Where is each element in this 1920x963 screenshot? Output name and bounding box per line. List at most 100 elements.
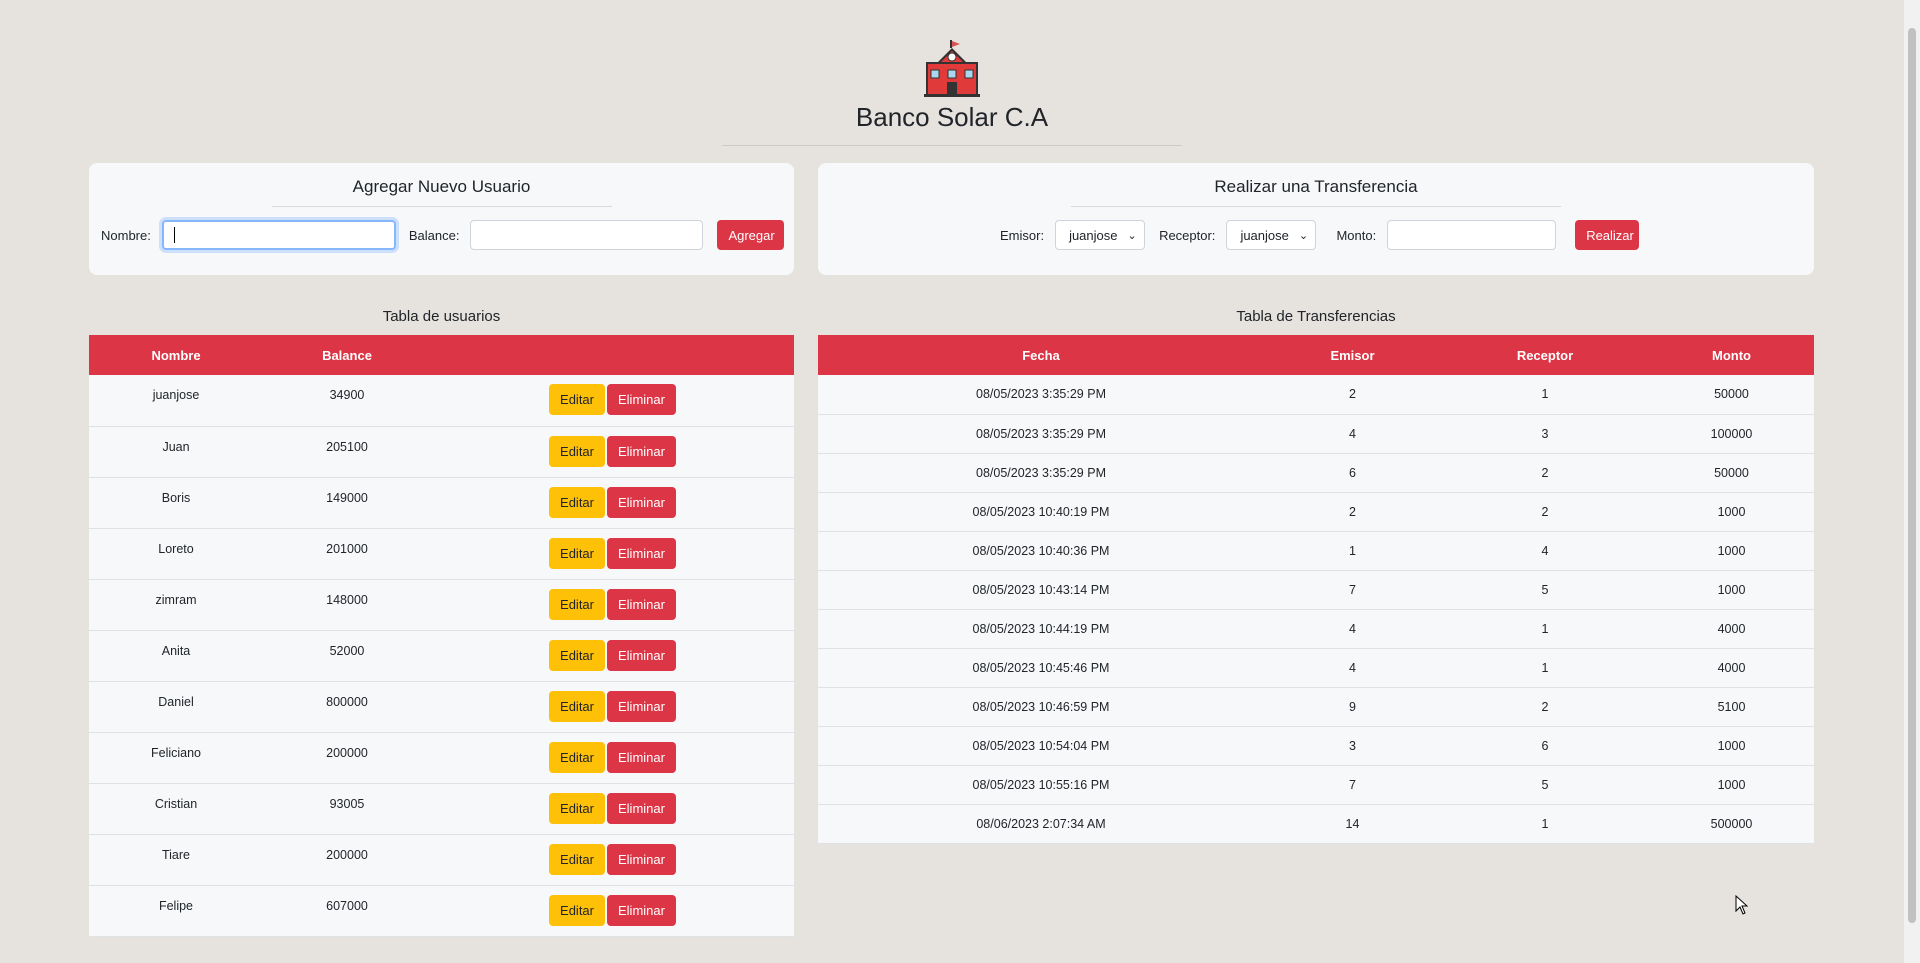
transfer-sender-cell: 7 <box>1349 582 1356 597</box>
user-balance-cell: 201000 <box>326 541 368 556</box>
page-title: Banco Solar C.A <box>855 102 1049 132</box>
user-balance-cell: 52000 <box>329 643 365 658</box>
delete-user-button[interactable]: Eliminar <box>607 537 676 569</box>
receiver-label: Receptor: <box>1159 227 1216 243</box>
delete-user-button[interactable]: Eliminar <box>607 843 676 875</box>
edit-user-button[interactable]: Editar <box>549 843 605 875</box>
transfer-amount-cell: 1000 <box>1717 738 1746 753</box>
user-actions-cell: Editar Eliminar <box>431 885 794 936</box>
transfer-title: Realizar una Transferencia <box>1214 177 1418 196</box>
transfer-date-cell: 08/05/2023 10:44:19 PM <box>972 621 1110 636</box>
user-name-cell: Cristian <box>154 796 198 811</box>
transfer-sender-cell: 9 <box>1349 699 1356 714</box>
user-balance-cell: 34900 <box>329 388 365 402</box>
delete-user-button[interactable]: Eliminar <box>607 894 676 926</box>
transfer-amount-cell: 50000 <box>1714 465 1749 480</box>
transfer-amount-cell: 4000 <box>1717 621 1746 636</box>
delete-user-button[interactable]: Eliminar <box>607 792 676 824</box>
transfer-row: 08/06/2023 2:07:34 AM 14 1 500000 <box>818 804 1814 843</box>
transfer-receiver-cell: 2 <box>1541 504 1549 519</box>
add-user-card: Agregar Nuevo Usuario Nombre: Balance: A… <box>89 163 794 275</box>
sender-select[interactable]: juanjose ⌄ <box>1055 220 1146 250</box>
delete-user-button[interactable]: Eliminar <box>607 435 676 467</box>
user-actions-cell: Editar Eliminar <box>431 528 794 579</box>
transfer-amount-cell: 50000 <box>1714 387 1749 402</box>
user-balance-cell: 205100 <box>326 439 368 454</box>
mouse-pointer-icon <box>1735 894 1749 920</box>
column-header-receiver: Receptor <box>1516 347 1574 363</box>
transfer-amount-cell: 1000 <box>1717 582 1746 597</box>
user-balance-cell: 93005 <box>329 796 365 811</box>
transfer-amount-cell: 5100 <box>1717 699 1746 714</box>
user-name-cell: juanjose <box>152 388 200 402</box>
user-actions-cell: Editar Eliminar <box>431 783 794 834</box>
user-row: Daniel 800000 Editar Eliminar <box>89 681 794 732</box>
receiver-selected-value: juanjose <box>1240 227 1289 243</box>
delete-user-button[interactable]: Eliminar <box>607 639 676 671</box>
add-user-button[interactable]: Agregar <box>717 220 785 250</box>
user-actions-cell: Editar Eliminar <box>431 375 794 426</box>
transfer-receiver-cell: 1 <box>1541 816 1549 831</box>
edit-user-button[interactable]: Editar <box>549 690 605 722</box>
balance-input[interactable] <box>470 220 704 250</box>
transfer-date-cell: 08/05/2023 3:35:29 PM <box>976 426 1106 441</box>
delete-user-button[interactable]: Eliminar <box>607 690 676 722</box>
transfer-receiver-cell: 6 <box>1541 738 1549 753</box>
transfer-row: 08/05/2023 10:43:14 PM 7 5 1000 <box>818 570 1814 609</box>
transfer-date-cell: 08/05/2023 10:46:59 PM <box>972 699 1110 714</box>
edit-user-button[interactable]: Editar <box>549 537 605 569</box>
delete-user-button[interactable]: Eliminar <box>607 486 676 518</box>
user-actions-cell: Editar Eliminar <box>431 630 794 681</box>
user-actions-cell: Editar Eliminar <box>431 732 794 783</box>
edit-user-button[interactable]: Editar <box>549 384 605 416</box>
user-row: Anita 52000 Editar Eliminar <box>89 630 794 681</box>
edit-user-button[interactable]: Editar <box>549 486 605 518</box>
edit-user-button[interactable]: Editar <box>549 639 605 671</box>
transfer-row: 08/05/2023 10:45:46 PM 4 1 4000 <box>818 648 1814 687</box>
transfer-receiver-cell: 2 <box>1541 465 1549 480</box>
transfer-date-cell: 08/05/2023 10:40:19 PM <box>972 504 1110 519</box>
name-input[interactable] <box>161 220 396 250</box>
column-header-date: Fecha <box>1022 347 1060 363</box>
amount-input[interactable] <box>1387 220 1557 250</box>
transfer-date-cell: 08/05/2023 10:40:36 PM <box>972 543 1110 558</box>
edit-user-button[interactable]: Editar <box>549 894 605 926</box>
delete-user-button[interactable]: Eliminar <box>607 741 676 773</box>
transfer-sender-cell: 2 <box>1349 387 1356 402</box>
transfer-date-cell: 08/05/2023 10:55:16 PM <box>972 777 1110 792</box>
column-header-name: Nombre <box>151 347 201 363</box>
transfer-date-cell: 08/05/2023 10:54:04 PM <box>972 738 1110 753</box>
edit-user-button[interactable]: Editar <box>549 588 605 620</box>
receiver-select[interactable]: juanjose ⌄ <box>1226 220 1317 250</box>
user-row: Tiare 200000 Editar Eliminar <box>89 834 794 885</box>
user-name-cell: Anita <box>161 643 191 658</box>
transfer-receiver-cell: 2 <box>1541 699 1549 714</box>
page-scrollbar[interactable] <box>1904 0 1920 963</box>
delete-user-button[interactable]: Eliminar <box>607 384 676 416</box>
delete-user-button[interactable]: Eliminar <box>607 588 676 620</box>
transfer-date-cell: 08/05/2023 10:45:46 PM <box>972 660 1110 675</box>
transfer-receiver-cell: 3 <box>1541 426 1549 441</box>
user-actions-cell: Editar Eliminar <box>431 426 794 477</box>
user-actions-cell: Editar Eliminar <box>431 681 794 732</box>
column-header-amount: Monto <box>1712 347 1751 363</box>
user-actions-cell: Editar Eliminar <box>431 834 794 885</box>
title-divider <box>722 145 1182 146</box>
edit-user-button[interactable]: Editar <box>549 741 605 773</box>
scrollbar-thumb[interactable] <box>1908 28 1916 923</box>
user-balance-cell: 200000 <box>326 745 368 760</box>
user-actions-cell: Editar Eliminar <box>431 477 794 528</box>
transfer-sender-cell: 3 <box>1349 738 1356 753</box>
edit-user-button[interactable]: Editar <box>549 435 605 467</box>
user-row: Boris 149000 Editar Eliminar <box>89 477 794 528</box>
transfer-button[interactable]: Realizar <box>1575 220 1640 250</box>
transfer-amount-cell: 1000 <box>1717 543 1746 558</box>
transfer-receiver-cell: 1 <box>1541 660 1549 675</box>
chevron-down-icon: ⌄ <box>1298 229 1309 242</box>
name-label: Nombre: <box>101 227 151 243</box>
amount-label: Monto: <box>1336 227 1377 243</box>
transfer-sender-cell: 7 <box>1349 777 1356 792</box>
chevron-down-icon: ⌄ <box>1127 229 1137 242</box>
sender-label: Emisor: <box>1000 227 1045 243</box>
edit-user-button[interactable]: Editar <box>549 792 605 824</box>
